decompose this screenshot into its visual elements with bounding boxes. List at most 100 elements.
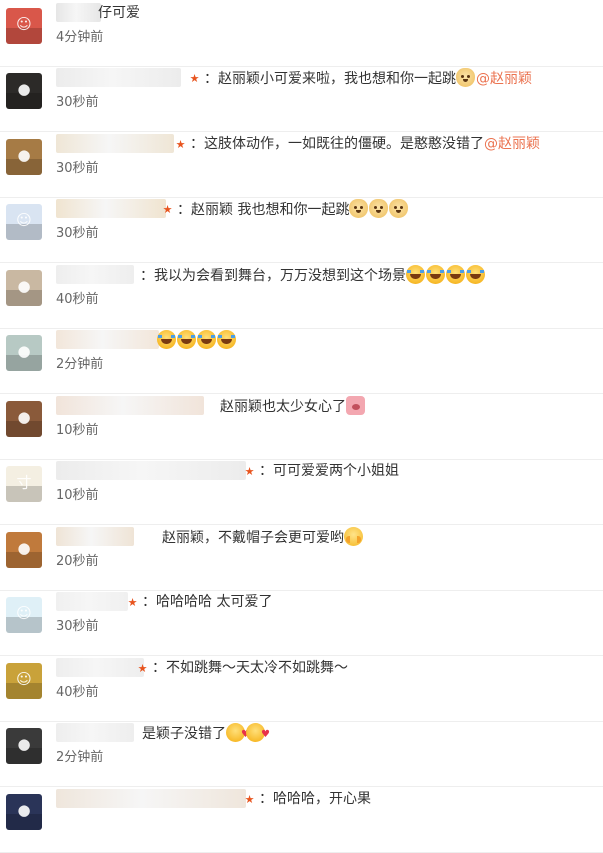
comment-item: ● ：我以为会看到舞台，万万没想到这个场景 40秒前 [0, 264, 603, 329]
comment-body: ：这肢体动作，一如既往的僵硬。是憨憨没错了 [190, 136, 484, 152]
user-avatar[interactable]: ☺ [6, 204, 42, 240]
cartoon-avatar-icon: ☺ [16, 15, 32, 34]
comment-body: 赵丽颖，不戴帽子会更可爱哟 [162, 530, 344, 546]
comment-item: ☺ 仔可爱 4分钟前 [0, 2, 603, 67]
fan-badge-icon: ★ [137, 662, 148, 675]
comment-item: ● ★ ：这肢体动作，一如既往的僵硬。是憨憨没错了@赵丽颖 30秒前 [0, 133, 603, 198]
comment-text [157, 330, 237, 351]
comment-body: ：哈哈哈，开心果 [259, 791, 371, 807]
comment-item: ☺ ★ ：不如跳舞～天太冷不如跳舞～ 40秒前 [0, 657, 603, 722]
comment-item: ● 赵丽颖也太少女心了 10秒前 [0, 395, 603, 460]
fan-badge-icon: ★ [175, 138, 186, 151]
comment-item: ● 2分钟前 [0, 329, 603, 394]
comment-body: ：赵丽颖小可爱来啦，我也想和你一起跳 [204, 71, 456, 87]
comment-timestamp: 30秒前 [56, 95, 99, 110]
comment-text: 是颖子没错了 [142, 723, 270, 745]
photo-avatar-icon: ● [17, 80, 31, 99]
laugh-emoji-icon [157, 330, 176, 349]
comment-body: 是颖子没错了 [142, 726, 226, 742]
kiss-emoji-icon [226, 723, 250, 745]
comment-item: ☺ ★ ：赵丽颖 我也想和你一起跳 30秒前 [0, 198, 603, 263]
photo-avatar-icon: ● [17, 539, 31, 558]
username-blurred[interactable] [56, 723, 134, 742]
comment-body: ：赵丽颖 我也想和你一起跳 [177, 202, 350, 218]
fan-badge-icon: ★ [244, 793, 255, 806]
user-avatar[interactable]: ☺ [6, 8, 42, 44]
laugh-emoji-icon [406, 265, 425, 284]
photo-avatar-icon: ● [17, 801, 31, 820]
comment-text: ：这肢体动作，一如既往的僵硬。是憨憨没错了@赵丽颖 [190, 134, 540, 154]
comment-text: ：不如跳舞～天太冷不如跳舞～ [152, 658, 348, 678]
doge-emoji-icon [389, 199, 409, 218]
calligraphy-avatar-icon: 寸 [16, 473, 32, 492]
fan-badge-icon: ★ [189, 72, 200, 85]
fan-badge-icon: ★ [162, 203, 173, 216]
user-avatar[interactable]: ● [6, 794, 42, 830]
comment-text: 赵丽颖，不戴帽子会更可爱哟 [162, 527, 364, 548]
comment-timestamp: 20秒前 [56, 554, 99, 569]
comment-text: ：可可爱爱两个小姐姐 [259, 461, 399, 481]
user-avatar[interactable]: ● [6, 139, 42, 175]
comment-body: ：不如跳舞～天太冷不如跳舞～ [152, 660, 348, 676]
photo-avatar-icon: ● [17, 735, 31, 754]
comment-text: 仔可爱 [98, 3, 140, 23]
comment-text: ：哈哈哈哈 太可爱了 [142, 592, 272, 612]
mention-link[interactable]: @赵丽颖 [484, 136, 540, 152]
comment-text: ：我以为会看到舞台，万万没想到这个场景 [140, 265, 486, 286]
laugh-emoji-icon [426, 265, 445, 284]
comment-item: ● ★ ：赵丽颖小可爱来啦，我也想和你一起跳 @赵丽颖 30秒前 [0, 67, 603, 132]
doge-emoji-icon [369, 199, 389, 218]
user-avatar[interactable]: ● [6, 532, 42, 568]
photo-avatar-icon: ● [17, 408, 31, 427]
fan-badge-icon: ★ [127, 596, 138, 609]
comment-text: ：赵丽颖小可爱来啦，我也想和你一起跳 @赵丽颖 [204, 68, 532, 89]
user-avatar[interactable]: ● [6, 335, 42, 371]
username-blurred[interactable] [56, 199, 166, 218]
username-blurred[interactable] [56, 658, 144, 677]
user-avatar[interactable]: ☺ [6, 597, 42, 633]
user-avatar[interactable]: ● [6, 728, 42, 764]
user-avatar[interactable]: ● [6, 73, 42, 109]
user-avatar[interactable]: 寸 [6, 466, 42, 502]
cartoon-avatar-icon: ☺ [16, 604, 32, 623]
shy-emoji-icon [344, 527, 363, 546]
comment-timestamp: 2分钟前 [56, 357, 104, 372]
user-avatar[interactable]: ☺ [6, 663, 42, 699]
pig-emoji-icon [346, 396, 365, 415]
mention-link[interactable]: @赵丽颖 [476, 71, 532, 87]
comment-text: ：哈哈哈，开心果 [259, 789, 371, 809]
photo-avatar-icon: ● [17, 146, 31, 165]
username-blurred[interactable] [56, 789, 246, 808]
doge-emoji-icon [456, 68, 475, 87]
comment-item: ☺ ★ ：哈哈哈哈 太可爱了 30秒前 [0, 591, 603, 656]
comment-timestamp: 40秒前 [56, 685, 99, 700]
cartoon-avatar-icon: ☺ [16, 670, 32, 689]
user-avatar[interactable]: ● [6, 270, 42, 306]
laugh-emoji-icon [177, 330, 196, 349]
comment-item: 寸 ★ ：可可爱爱两个小姐姐 10秒前 [0, 460, 603, 525]
comment-timestamp: 40秒前 [56, 292, 99, 307]
username-blurred[interactable] [56, 68, 181, 87]
username-blurred[interactable] [56, 330, 159, 349]
laugh-emoji-icon [446, 265, 465, 284]
comment-item: ● ★ ：哈哈哈，开心果 [0, 788, 603, 853]
username-blurred[interactable] [56, 527, 134, 546]
comment-body: 仔可爱 [98, 5, 140, 21]
username-blurred[interactable] [56, 265, 134, 284]
cartoon-avatar-icon: ☺ [16, 211, 32, 230]
comment-body: ：我以为会看到舞台，万万没想到这个场景 [140, 268, 406, 284]
username-blurred[interactable] [56, 592, 128, 611]
username-blurred[interactable] [56, 396, 204, 415]
comment-item: ● 是颖子没错了 2分钟前 [0, 722, 603, 787]
user-avatar[interactable]: ● [6, 401, 42, 437]
comment-timestamp: 30秒前 [56, 161, 99, 176]
comment-body: ：可可爱爱两个小姐姐 [259, 463, 399, 479]
username-blurred[interactable] [56, 134, 174, 153]
comment-timestamp: 2分钟前 [56, 750, 104, 765]
username-blurred[interactable] [56, 3, 101, 22]
kiss-emoji-icon [246, 723, 270, 745]
username-blurred[interactable] [56, 461, 246, 480]
laugh-emoji-icon [217, 330, 236, 349]
laugh-emoji-icon [466, 265, 485, 284]
photo-avatar-icon: ● [17, 342, 31, 361]
